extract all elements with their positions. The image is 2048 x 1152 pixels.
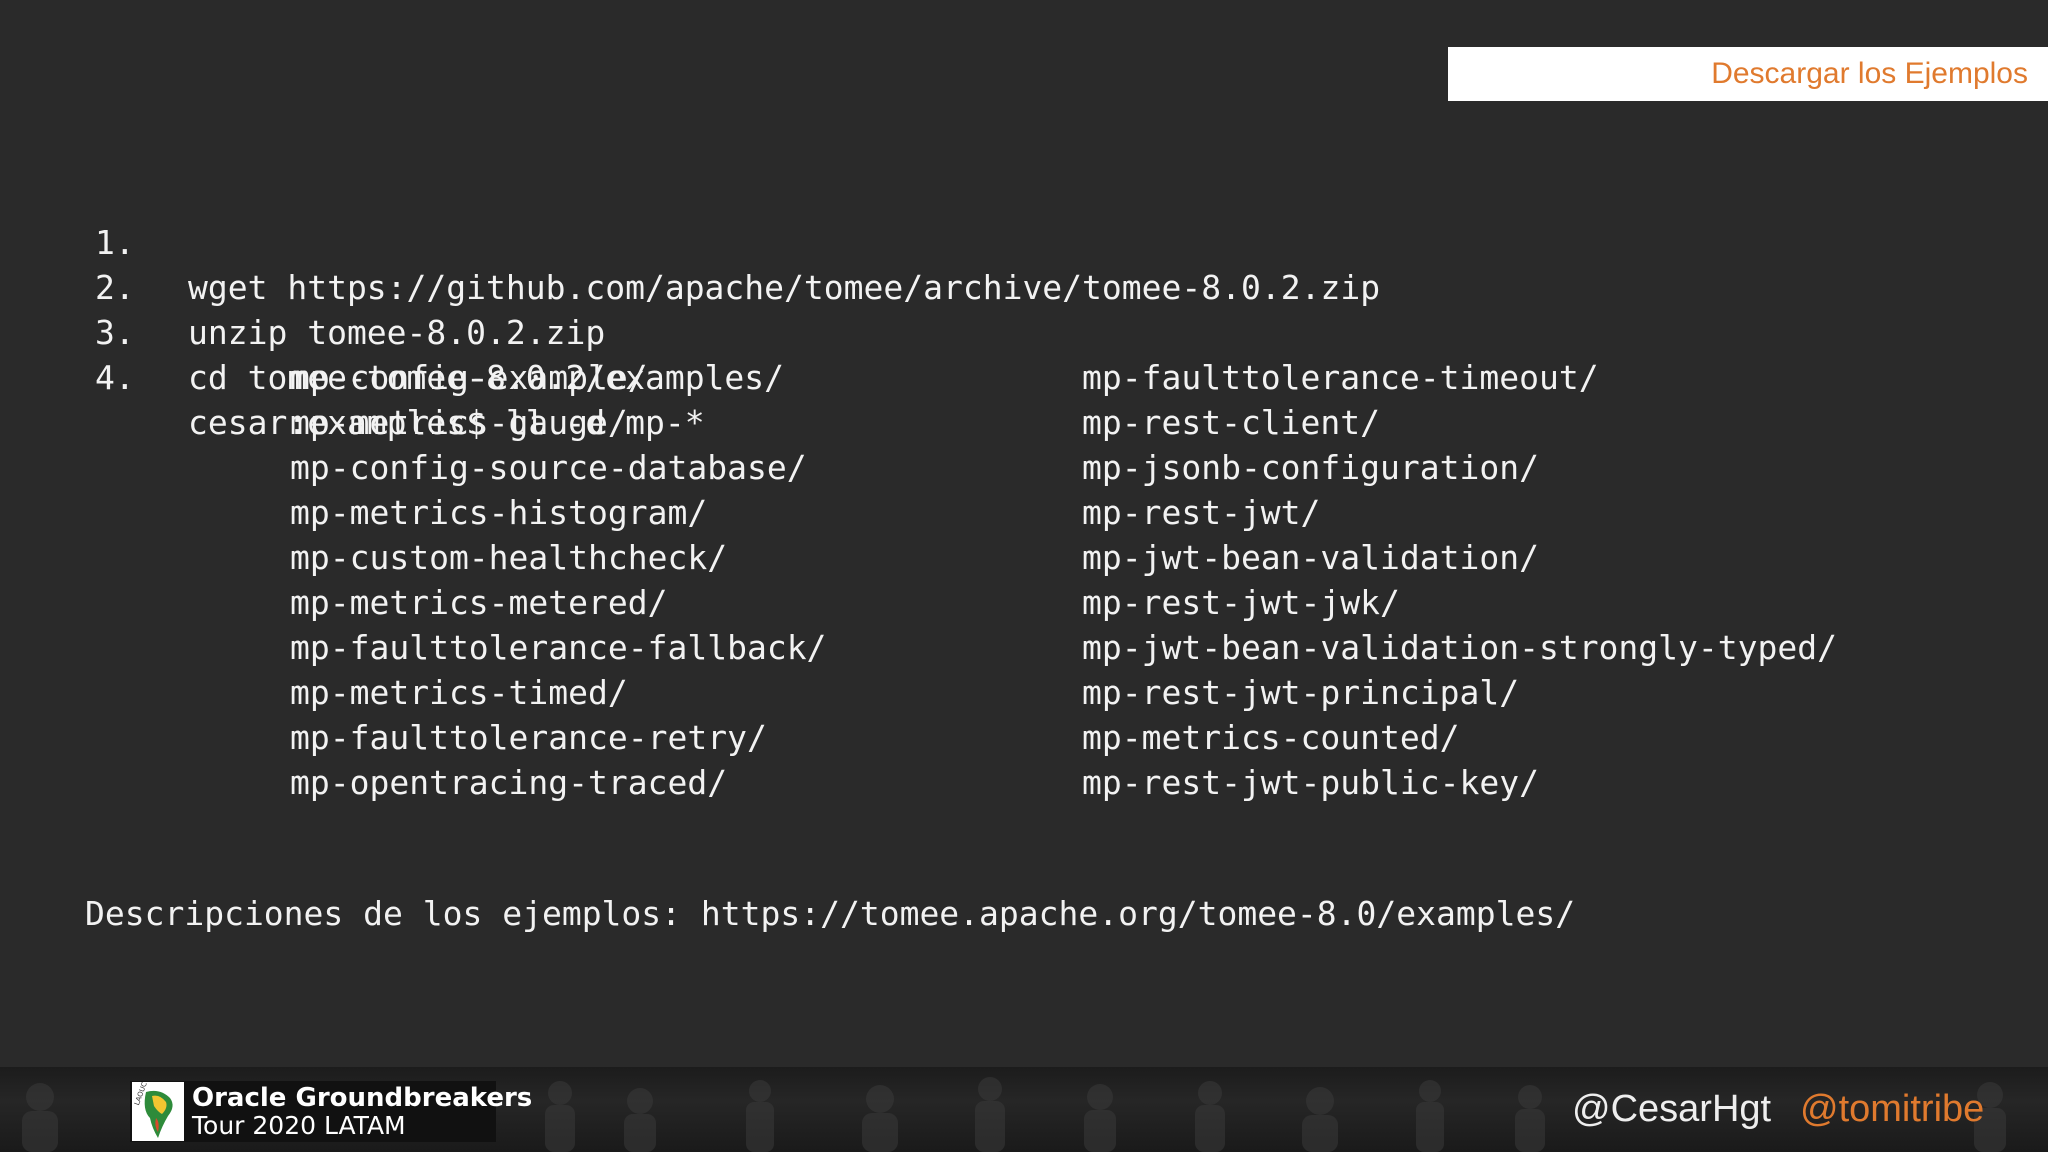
examples-description: Descripciones de los ejemplos: https://t… (85, 894, 1576, 933)
dir-right-item: mp-rest-jwt-public-key/ (1082, 763, 1539, 802)
dir-right-item: mp-rest-jwt/ (1082, 493, 1321, 532)
dir-right-item: mp-jwt-bean-validation/ (1082, 538, 1539, 577)
event-logo: LAOUC Oracle Groundbreakers Tour 2020 LA… (130, 1081, 532, 1142)
dir-left-item: mp-config-source-database/ (290, 448, 807, 487)
dir-left-item: mp-metrics-histogram/ (290, 493, 708, 532)
step-number: 1. (95, 223, 135, 262)
company-handle: @tomitribe (1800, 1088, 1985, 1130)
step-2: 2. unzip tomee-8.0.2.zip (0, 220, 605, 352)
slide-title: Descargar los Ejemplos (1711, 57, 2028, 90)
event-name: Oracle Groundbreakers Tour 2020 LATAM (192, 1084, 532, 1140)
step-number: 3. (95, 313, 135, 352)
event-name-line1: Oracle Groundbreakers (192, 1082, 533, 1113)
step-4: 4. cesar:examples$ ll -d mp-* (0, 310, 705, 442)
title-bar: Descargar los Ejemplos (1448, 47, 2048, 101)
dir-right-item: mp-faulttolerance-timeout/ (1082, 358, 1599, 397)
dir-left-item: mp-custom-healthcheck/ (290, 538, 728, 577)
event-name-line2: Tour 2020 LATAM (192, 1110, 406, 1140)
dir-right-item: mp-rest-client/ (1082, 403, 1381, 442)
dir-left-item: mp-opentracing-traced/ (290, 763, 728, 802)
dir-left-item: mp-metrics-metered/ (290, 583, 668, 622)
laouc-logo-icon: LAOUC (132, 1081, 184, 1141)
dir-left-item: mp-config-example/ (290, 358, 648, 397)
step-command: unzip tomee-8.0.2.zip (188, 313, 606, 352)
dir-left-item: mp-metrics-timed/ (290, 673, 628, 712)
step-1: 1. wget https://github.com/apache/tomee/… (0, 175, 1380, 307)
dir-right-item: mp-rest-jwt-principal/ (1082, 673, 1520, 712)
speaker-handle: @CesarHgt (1572, 1088, 1772, 1130)
step-number: 4. (95, 358, 135, 397)
slide: Descargar los Ejemplos 1. wget https://g… (0, 0, 2048, 1152)
dir-left-item: mp-faulttolerance-retry/ (290, 718, 767, 757)
dir-left-item: mp-metrics-gauge/ (290, 403, 628, 442)
step-command: wget https://github.com/apache/tomee/arc… (188, 268, 1381, 307)
dir-right-item: mp-metrics-counted/ (1082, 718, 1460, 757)
dir-right-item: mp-rest-jwt-jwk/ (1082, 583, 1400, 622)
dir-right-item: mp-jwt-bean-validation-strongly-typed/ (1082, 628, 1837, 667)
dir-left-item: mp-faulttolerance-fallback/ (290, 628, 827, 667)
step-3: 3. cd tomee-tomee-8.0.2/examples/ (0, 265, 784, 397)
step-number: 2. (95, 268, 135, 307)
dir-right-item: mp-jsonb-configuration/ (1082, 448, 1539, 487)
